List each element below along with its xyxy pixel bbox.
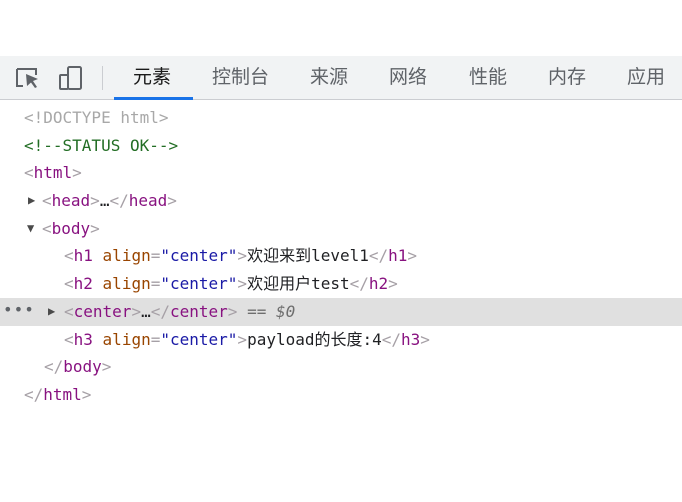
dom-node-head[interactable]: ▶ <head>…</head> — [0, 187, 682, 215]
tab-elements[interactable]: 元素 — [133, 56, 171, 99]
dom-tree: <!DOCTYPE html> <!--STATUS OK--> <html> … — [0, 104, 682, 409]
attr-name: align — [102, 329, 151, 349]
active-tab-indicator — [114, 97, 193, 100]
node-text: 欢迎来到level1 — [247, 246, 369, 266]
dom-node-h2[interactable]: <h2 align="center">欢迎用户test</h2> — [0, 270, 682, 298]
tab-application[interactable]: 应用 — [627, 56, 665, 99]
dom-node-doctype[interactable]: <!DOCTYPE html> — [0, 104, 682, 132]
tag-name: head — [51, 191, 91, 211]
tag-name: head — [128, 191, 168, 211]
collapse-triangle-icon[interactable]: ▼ — [27, 215, 34, 243]
row-menu-icon[interactable]: ••• — [3, 296, 35, 324]
toolbar-divider — [102, 66, 103, 90]
tag-name: h1 — [73, 246, 93, 266]
tag-name: h2 — [73, 274, 93, 294]
dom-node-body[interactable]: ▼ <body> — [0, 215, 682, 243]
node-text: 欢迎用户test — [247, 274, 350, 294]
tag-name: center — [73, 301, 132, 321]
comment-text: <!--STATUS OK--> — [24, 135, 179, 155]
expand-triangle-icon[interactable]: ▶ — [28, 187, 35, 215]
tag-name: body — [63, 357, 102, 377]
attr-name: align — [102, 246, 151, 266]
tag-name: html — [43, 384, 82, 404]
dom-node-center-selected[interactable]: ••• ▶ <center>…</center> == $0 — [0, 296, 682, 326]
dom-node-html-close[interactable]: </html> — [0, 381, 682, 409]
tab-performance[interactable]: 性能 — [469, 56, 507, 99]
inspect-element-icon[interactable] — [14, 66, 42, 90]
attr-value: "center" — [160, 246, 238, 266]
tag-name: html — [33, 163, 73, 183]
attr-value: "center" — [160, 274, 238, 294]
devtools-toolbar: 元素 控制台 来源 网络 性能 内存 应用 — [0, 56, 682, 100]
tag-name: h3 — [73, 329, 93, 349]
tab-console[interactable]: 控制台 — [212, 56, 269, 99]
attr-name: align — [102, 274, 151, 294]
dom-node-h1[interactable]: <h1 align="center">欢迎来到level1</h1> — [0, 242, 682, 270]
dom-node-html[interactable]: <html> — [0, 159, 682, 187]
tag-name: body — [51, 218, 91, 238]
attr-value: "center" — [160, 329, 238, 349]
expand-triangle-icon[interactable]: ▶ — [48, 298, 55, 326]
node-text: payload的长度:4 — [247, 329, 382, 349]
doctype-text: <!DOCTYPE html> — [24, 108, 169, 127]
tab-network[interactable]: 网络 — [389, 56, 427, 99]
collapsed-ellipsis[interactable]: … — [141, 302, 151, 321]
collapsed-ellipsis[interactable]: … — [100, 191, 110, 210]
device-toolbar-icon[interactable] — [57, 66, 85, 90]
tag-name: h2 — [368, 274, 389, 294]
tag-name: h3 — [401, 329, 421, 349]
selected-node-marker: == $0 — [247, 301, 296, 321]
dom-node-h3[interactable]: <h3 align="center">payload的长度:4</h3> — [0, 326, 682, 354]
tag-name: center — [169, 301, 228, 321]
tab-memory[interactable]: 内存 — [548, 56, 586, 99]
dom-node-comment[interactable]: <!--STATUS OK--> — [0, 132, 682, 160]
dom-node-body-close[interactable]: </body> — [0, 353, 682, 381]
tab-sources[interactable]: 来源 — [310, 56, 348, 99]
tag-name: h1 — [388, 246, 408, 266]
